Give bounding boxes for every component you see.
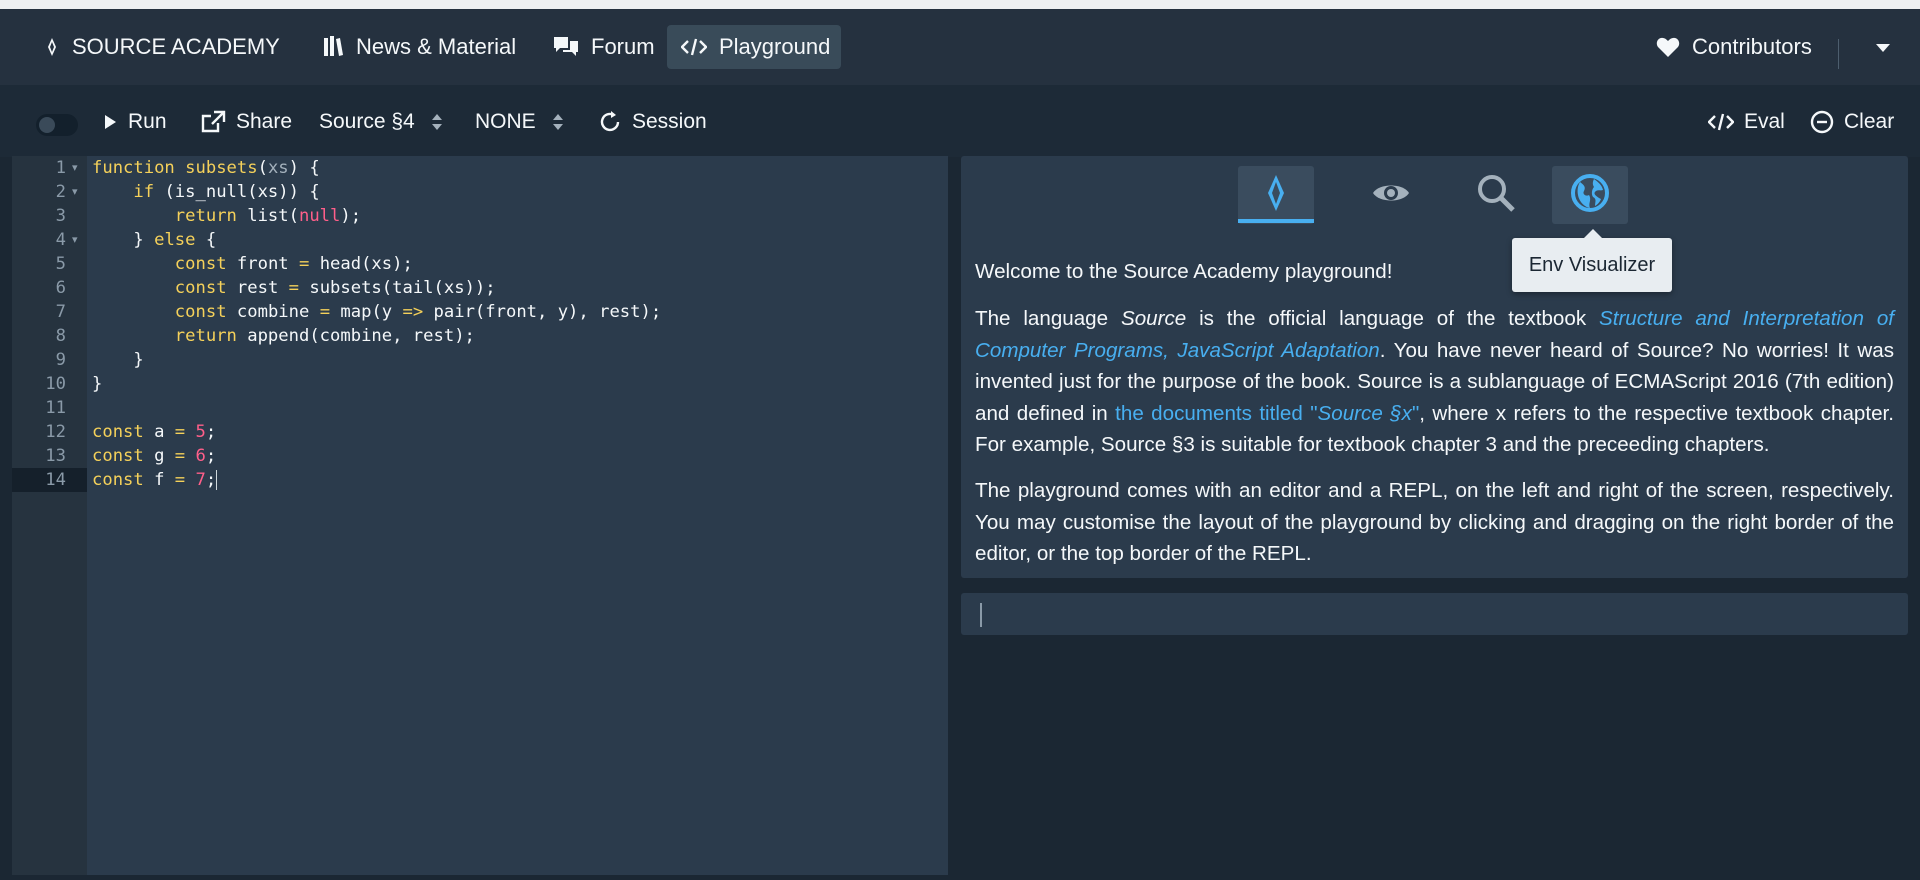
nav-contributors-label: Contributors (1692, 34, 1812, 59)
code-line: const combine = map(y => pair(front, y),… (174, 302, 662, 322)
code-line: const front = head(xs); (174, 254, 413, 274)
line-number: 12 (45, 422, 66, 442)
run-button[interactable]: Run (102, 107, 167, 137)
autorun-toggle[interactable] (36, 114, 78, 136)
playground-paragraph: The playground comes with an editor and … (975, 479, 1894, 565)
line-number: 14 (45, 470, 66, 490)
chapter-value: Source §4 (319, 110, 415, 133)
line-number: 9 (55, 350, 66, 370)
chapter-select[interactable]: Source §4 (319, 107, 443, 137)
code-line: } else { (92, 230, 217, 250)
code-line: return append(combine, rest); (174, 326, 475, 346)
repl-cursor (980, 603, 982, 627)
globe-icon (1570, 173, 1610, 218)
book-icon (322, 35, 344, 59)
session-label: Session (632, 110, 707, 133)
intro-paragraph: The language Source is the official lang… (975, 307, 1894, 456)
code-line: const a = 5; (92, 422, 217, 442)
variant-value: NONE (475, 110, 536, 133)
navbar: SOURCE ACADEMY News & Material Forum Pla… (0, 9, 1920, 85)
minus-circle-icon (1810, 110, 1834, 134)
code-line: const f = 7; (92, 470, 218, 490)
compass-icon (1265, 173, 1287, 218)
nav-playground[interactable]: Playground (667, 25, 841, 69)
eval-label: Eval (1744, 110, 1785, 133)
navbar-divider (1838, 39, 1839, 69)
line-number: 2 (55, 182, 66, 202)
line-number: 4 (55, 230, 66, 250)
session-button[interactable]: Session (598, 107, 707, 137)
play-icon (102, 113, 118, 131)
code-line: } (92, 350, 144, 370)
tab-substitution-visualizer[interactable] (1353, 166, 1429, 224)
nav-news-label: News & Material (356, 34, 517, 59)
repl-input[interactable] (961, 593, 1908, 635)
clear-label: Clear (1844, 110, 1895, 133)
fold-arrow-icon[interactable]: ▾ (72, 180, 82, 204)
code-line: function subsets(xs) { (92, 158, 320, 178)
tab-env-visualizer[interactable] (1552, 166, 1628, 224)
eye-icon (1371, 180, 1411, 211)
double-caret-icon (552, 112, 564, 132)
code-line: if (is_null(xs)) { (133, 182, 320, 202)
code-icon (681, 37, 707, 57)
line-number: 7 (55, 302, 66, 322)
fold-arrow-icon[interactable]: ▾ (72, 156, 82, 180)
active-tab-indicator (1238, 219, 1314, 223)
refresh-icon (598, 110, 622, 134)
share-label: Share (236, 110, 293, 133)
line-number: 5 (55, 254, 66, 274)
tab-introduction[interactable] (1238, 166, 1314, 224)
search-icon (1476, 173, 1516, 218)
eval-button[interactable]: Eval (1708, 107, 1785, 137)
code-line: const g = 6; (92, 446, 217, 466)
fold-arrow-icon[interactable]: ▾ (72, 228, 82, 252)
brand-label: SOURCE ACADEMY (72, 34, 280, 59)
heart-icon (1656, 36, 1680, 58)
code-line: const rest = subsets(tail(xs)); (174, 278, 496, 298)
text-cursor (216, 470, 218, 490)
line-number: 13 (45, 446, 66, 466)
forum-chat-icon (553, 35, 579, 59)
line-number: 1 (55, 158, 66, 178)
double-caret-icon (431, 112, 443, 132)
source-docs-link[interactable]: the documents titled "Source §x" (1115, 402, 1419, 425)
nav-playground-label: Playground (719, 34, 831, 59)
code-line: return list(null); (174, 206, 362, 226)
editor-toolbar: Run Share Source §4 NONE Session Eval Cl… (0, 85, 1920, 157)
nav-dropdown-toggle[interactable] (1860, 25, 1906, 69)
code-editor[interactable]: 1 2 3 4 5 6 7 8 9 10 11 12 13 14 ▾ ▾ ▾ f… (12, 156, 948, 875)
share-icon (200, 110, 226, 134)
line-number: 3 (55, 206, 66, 226)
caret-down-icon (1874, 34, 1892, 60)
share-button[interactable]: Share (200, 107, 292, 137)
run-label: Run (128, 110, 167, 133)
line-number: 11 (45, 398, 66, 418)
code-line: } (92, 374, 103, 394)
line-number: 6 (55, 278, 66, 298)
code-icon (1708, 112, 1734, 132)
tab-inspector[interactable] (1458, 166, 1534, 224)
clear-button[interactable]: Clear (1810, 107, 1894, 137)
nav-contributors[interactable]: Contributors (1642, 25, 1826, 69)
window-top-edge (0, 0, 1920, 9)
nav-forum-label: Forum (591, 34, 655, 59)
nav-forum[interactable]: Forum (539, 25, 669, 69)
academy-logo-icon (44, 36, 60, 58)
variant-select[interactable]: NONE (475, 107, 564, 137)
line-number: 8 (55, 326, 66, 346)
line-number: 10 (45, 374, 66, 394)
nav-news-material[interactable]: News & Material (308, 25, 530, 69)
brand-link[interactable]: SOURCE ACADEMY (30, 25, 294, 69)
welcome-heading: Welcome to the Source Academy playground… (975, 260, 1393, 283)
